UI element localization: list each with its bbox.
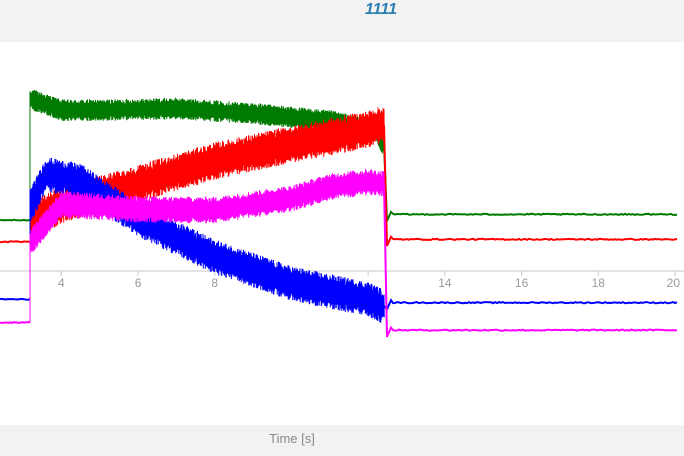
series-1-baseline-before [0, 218, 31, 222]
series-1-baseline-after [383, 143, 678, 222]
series-layer [0, 89, 678, 338]
x-tick-label-8: 8 [211, 276, 218, 290]
series-3-baseline-before [0, 297, 31, 301]
x-tick-label-20: 20 [667, 276, 681, 290]
series-2-baseline-after [383, 125, 678, 247]
line-chart[interactable]: 4 6 8 14 16 18 20 [0, 42, 684, 425]
series-3-baseline-after [383, 298, 678, 312]
series-4-baseline-before [0, 321, 31, 324]
x-tick-label-6: 6 [135, 276, 142, 290]
x-axis-title: Time [s] [269, 431, 315, 446]
x-tick-label-16: 16 [515, 276, 529, 290]
plot-area[interactable]: 4 6 8 14 16 18 20 [0, 42, 684, 425]
chart-title: 1111 [364, 1, 398, 18]
x-tick-label-18: 18 [592, 276, 606, 290]
x-tick-label-4: 4 [58, 276, 65, 290]
series-2-baseline-before [0, 240, 31, 244]
series-4-baseline-after [383, 183, 678, 338]
x-tick-label-14: 14 [438, 276, 452, 290]
